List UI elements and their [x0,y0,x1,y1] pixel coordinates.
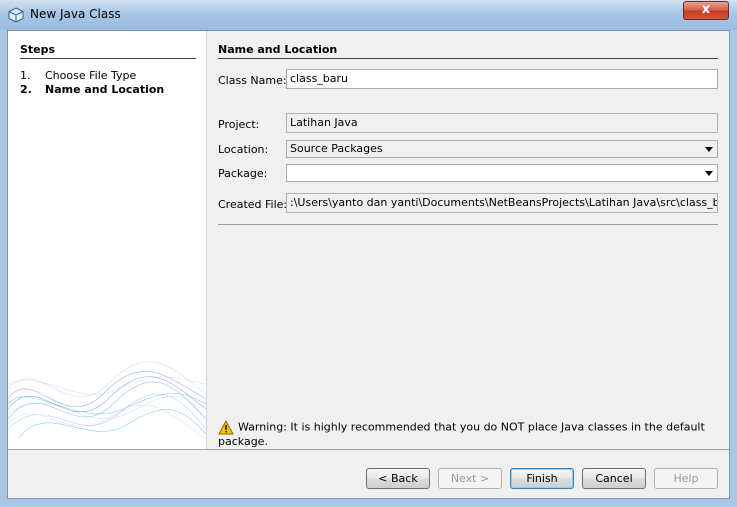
chevron-down-icon [705,171,713,176]
class-name-label: Class Name: [218,74,287,87]
section-divider [218,224,718,225]
dialog-content: Steps 1. Choose File Type 2. Name and Loca… [7,30,730,499]
steps-panel: Steps 1. Choose File Type 2. Name and Loca… [8,31,207,449]
steps-title: Steps [20,43,196,59]
netbeans-cube-icon [8,7,24,23]
help-button[interactable]: Help [654,468,718,489]
step-number: 2. [20,83,32,96]
package-combobox[interactable] [286,164,718,182]
warning-icon [218,420,234,435]
location-dropdown[interactable]: Source Packages [286,140,718,158]
decorative-waves-image [8,361,206,440]
warning-text: Warning: It is highly recommended that y… [218,420,705,449]
dialog-window: New Java Class x Steps 1. Choose File Typ… [0,0,737,507]
chevron-down-icon [705,147,713,152]
step-item-choose-file-type: 1. Choose File Type [20,69,136,82]
step-label: Choose File Type [45,69,137,82]
window-title: New Java Class [30,7,121,21]
location-value: Source Packages [290,142,383,155]
step-label: Name and Location [45,83,165,96]
back-button[interactable]: < Back [366,468,430,489]
location-label: Location: [218,143,269,156]
cancel-button[interactable]: Cancel [582,468,646,489]
next-button[interactable]: Next > [438,468,502,489]
created-file-label: Created File: [218,198,288,211]
project-field: Latihan Java [286,113,718,133]
warning-message: Warning: It is highly recommended that y… [218,420,729,448]
close-button[interactable]: x [683,1,729,20]
button-bar-divider [8,449,729,450]
class-name-input[interactable]: class_baru [286,69,718,89]
close-icon: x [701,2,711,17]
finish-button[interactable]: Finish [510,468,574,489]
step-item-name-and-location: 2. Name and Location [20,83,164,96]
created-file-field: :\Users\yanto dan yanti\Documents\NetBea… [286,193,718,213]
project-label: Project: [218,118,260,131]
title-bar[interactable]: New Java Class x [0,0,737,30]
package-label: Package: [218,167,268,180]
panel-title: Name and Location [218,43,718,59]
step-number: 1. [20,69,31,82]
